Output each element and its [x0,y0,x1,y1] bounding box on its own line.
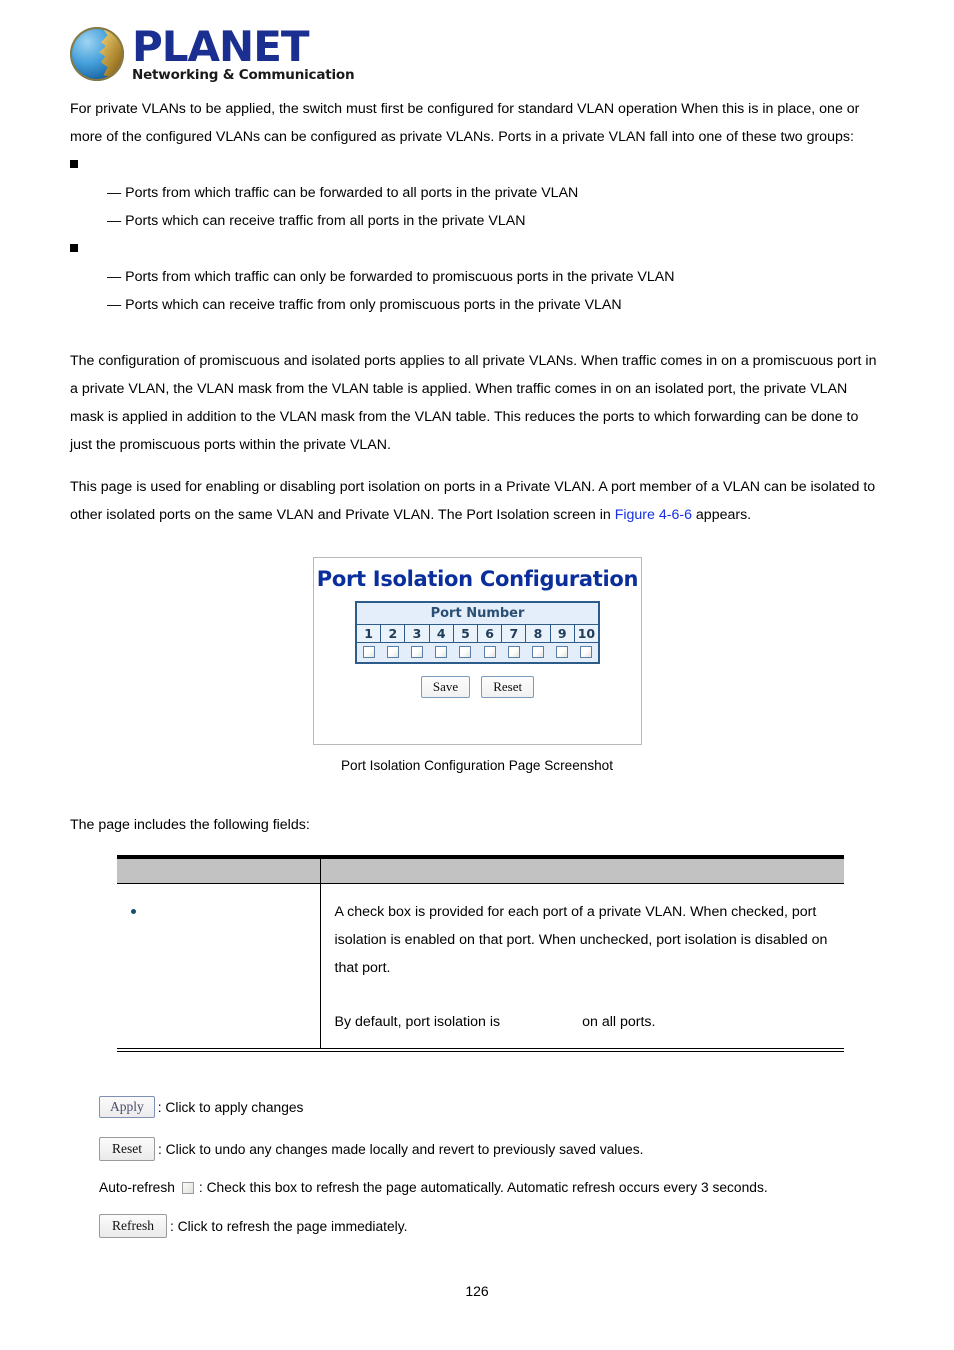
screenshot-button-row: Save Reset [314,676,641,698]
fields-row-description-cell: A check box is provided for each port of… [320,883,844,1050]
port-checkbox-cell [502,646,526,658]
description-part-1: A check box is provided for each port of… [334,903,828,976]
apply-legend-row: Apply : Click to apply changes [99,1096,899,1118]
auto-refresh-checkbox[interactable] [181,1181,194,1194]
port-checkbox-cell [574,646,598,658]
group-1-marker-row [70,151,880,179]
port-number-cell: 3 [405,625,430,642]
port-number-cell: 8 [526,625,551,642]
port-checkbox-cell [381,646,405,658]
globe-rim-shape [70,27,124,82]
figure-4-6-6-link[interactable]: Figure 4-6-6 [615,507,692,523]
port-number-table: Port Number 1 2 3 4 5 6 7 8 9 10 [355,601,600,664]
button-legend-section: Apply : Click to apply changes Reset : C… [99,1096,899,1257]
port-9-isolation-checkbox[interactable] [555,646,568,658]
description-part-2: By default, port isolation is on all port… [335,1008,835,1036]
logo-text-block: PLANET Networking & Communication [132,22,355,83]
fields-row-object-cell [117,883,321,1050]
document-body: For private VLANs to be applied, the swi… [70,95,880,529]
table-row: A check box is provided for each port of… [117,883,844,1050]
square-bullet-icon [70,244,78,252]
refresh-legend-text: : Click to refresh the page immediately. [169,1218,408,1234]
blue-dot-icon [131,908,136,914]
apply-button[interactable]: Apply [99,1096,155,1118]
port-number-cell: 9 [550,625,575,642]
port-checkbox-cell [477,646,501,658]
port-checkbox-cell [550,646,574,658]
group-2-line-2: — Ports which can receive traffic from o… [107,297,622,313]
port-checkbox-cell [405,646,429,658]
port-checkbox-cell [526,646,550,658]
port-number-cell: 5 [453,625,479,642]
port-number-cell: 10 [574,625,599,642]
fields-intro-text: The page includes the following fields: [70,817,310,833]
group-2-marker-row [70,235,880,263]
page-number: 126 [465,1283,489,1299]
port-number-cell: 2 [381,625,406,642]
object-bullet-row [131,898,312,914]
reset-button[interactable]: Reset [481,676,535,698]
paragraph-3-text-before: This page is used for enabling or disabl… [70,479,876,523]
group-1-line-2: — Ports which can receive traffic from a… [107,213,526,229]
auto-refresh-legend-row: Auto-refresh : Check this box to refresh… [99,1180,899,1195]
port-number-row: 1 2 3 4 5 6 7 8 9 10 [357,625,599,643]
port-checkbox-cell [429,646,453,658]
paragraph-3-text-after: appears. [691,507,752,523]
square-bullet-icon [70,160,78,168]
port-8-isolation-checkbox[interactable] [531,646,544,658]
port-number-cell: 6 [478,625,503,642]
brand-name: PLANET [132,22,310,71]
port-1-isolation-checkbox[interactable] [363,646,376,658]
port-checkbox-cell [453,646,477,658]
description-part-2-after: on all ports. [582,1013,656,1030]
group-1-line-1: — Ports from which traffic can be forwar… [107,185,579,201]
figure-caption: Port Isolation Configuration Page Screen… [340,758,614,773]
auto-refresh-label: Auto-refresh [99,1180,175,1195]
port-isolation-screenshot-panel: Port Isolation Configuration Port Number… [313,557,642,745]
port-10-isolation-checkbox[interactable] [579,646,592,658]
intro-paragraph-2: The configuration of promiscuous and iso… [70,353,877,453]
port-number-cell: 7 [502,625,527,642]
port-3-isolation-checkbox[interactable] [411,646,424,658]
port-5-isolation-checkbox[interactable] [459,646,472,658]
fields-table: A check box is provided for each port of… [117,855,844,1052]
fields-table-header-row [117,857,844,884]
port-7-isolation-checkbox[interactable] [507,646,520,658]
port-4-isolation-checkbox[interactable] [435,646,448,658]
port-6-isolation-checkbox[interactable] [483,646,496,658]
screenshot-title: Port Isolation Configuration [316,567,639,591]
reset-legend-row: Reset : Click to undo any changes made l… [99,1137,899,1161]
group-2-line-1: — Ports from which traffic can only be f… [107,269,675,285]
intro-paragraph-1: For private VLANs to be applied, the swi… [70,101,860,145]
planet-logo: PLANET Networking & Communication [70,26,370,83]
fields-header-object [117,857,321,884]
port-checkbox-cell [357,646,381,658]
apply-legend-text: : Click to apply changes [157,1099,304,1115]
intro-paragraph-3: This page is used for enabling or disabl… [70,473,880,529]
port-checkbox-row [357,643,598,662]
refresh-legend-row: Refresh : Click to refresh the page imme… [99,1214,899,1238]
refresh-button[interactable]: Refresh [99,1214,167,1238]
save-button[interactable]: Save [420,676,471,698]
port-number-header: Port Number [357,603,598,625]
port-number-cell: 1 [357,625,382,642]
fields-header-description [320,857,844,884]
port-2-isolation-checkbox[interactable] [387,646,400,658]
page-header: PLANET Networking & Communication [70,26,370,88]
description-part-2-before: By default, port isolation is [334,1013,501,1030]
brand-tagline: Networking & Communication [132,67,355,83]
port-number-cell: 4 [429,625,454,642]
reset-legend-button[interactable]: Reset [99,1137,155,1161]
reset-legend-text: : Click to undo any changes made locally… [158,1141,644,1157]
auto-refresh-text: : Check this box to refresh the page aut… [198,1180,768,1195]
planet-globe-icon [70,27,124,82]
